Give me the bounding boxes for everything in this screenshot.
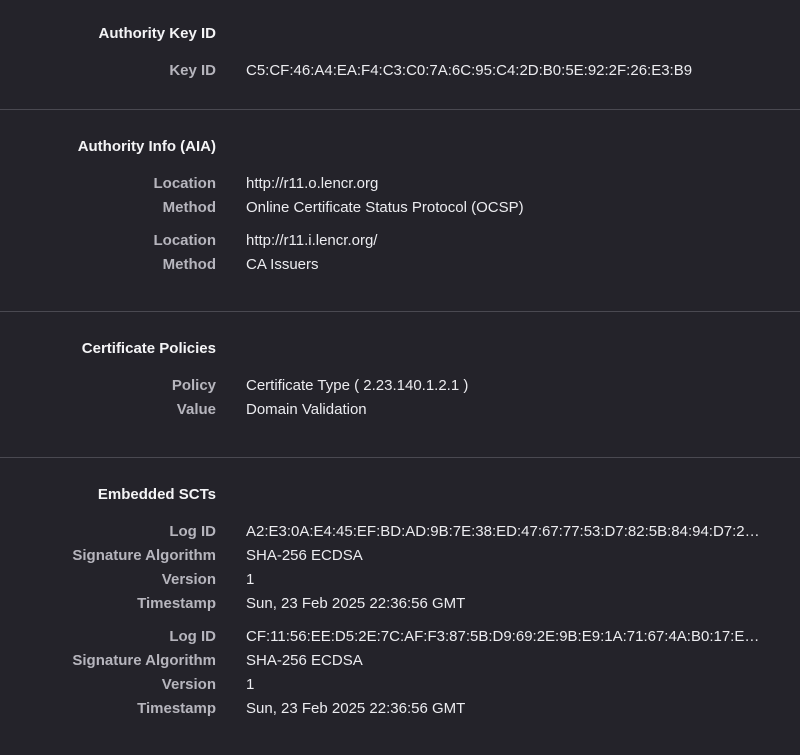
sct-algorithm-row: Signature Algorithm SHA-256 ECDSA [0, 547, 800, 565]
method-value: CA Issuers [246, 256, 319, 273]
sct-log-id-row: Log ID CF:11:56:EE:D5:2E:7C:AF:F3:87:5B:… [0, 628, 800, 646]
key-id-label: Key ID [169, 62, 216, 79]
sct-timestamp-row: Timestamp Sun, 23 Feb 2025 22:36:56 GMT [0, 595, 800, 613]
version-value: 1 [246, 571, 255, 588]
aia-location-row: Location http://r11.i.lencr.org/ [0, 232, 800, 250]
sct-version-row: Version 1 [0, 676, 800, 694]
signature-algorithm-label: Signature Algorithm [72, 547, 216, 564]
aia-location-row: Location http://r11.o.lencr.org [0, 175, 800, 193]
policy-value: Certificate Type ( 2.23.140.1.2.1 ) [246, 377, 469, 394]
sct-timestamp-row: Timestamp Sun, 23 Feb 2025 22:36:56 GMT [0, 700, 800, 718]
policy-label: Policy [171, 377, 216, 394]
version-label: Version [161, 571, 216, 588]
section-title: Authority Info (AIA) [77, 138, 216, 155]
signature-algorithm-value: SHA-256 ECDSA [246, 652, 363, 669]
aia-method-row: Method CA Issuers [0, 256, 800, 274]
location-label: Location [153, 175, 217, 192]
version-label: Version [161, 676, 216, 693]
key-id-row: Key ID C5:CF:46:A4:EA:F4:C3:C0:7A:6C:95:… [0, 62, 800, 80]
method-label: Method [162, 199, 216, 216]
section-title: Embedded SCTs [97, 486, 216, 503]
method-value: Online Certificate Status Protocol (OCSP… [246, 199, 524, 216]
policy-value-row: Value Domain Validation [0, 401, 800, 419]
value-value: Domain Validation [246, 401, 367, 418]
aia-method-row: Method Online Certificate Status Protoco… [0, 199, 800, 217]
signature-algorithm-value: SHA-256 ECDSA [246, 547, 363, 564]
key-id-value: C5:CF:46:A4:EA:F4:C3:C0:7A:6C:95:C4:2D:B… [246, 62, 693, 79]
timestamp-value: Sun, 23 Feb 2025 22:36:56 GMT [246, 700, 466, 717]
value-label: Value [176, 401, 216, 418]
timestamp-label: Timestamp [137, 595, 216, 612]
policy-row: Policy Certificate Type ( 2.23.140.1.2.1… [0, 377, 800, 395]
section-title: Authority Key ID [98, 25, 216, 42]
method-label: Method [162, 256, 216, 273]
location-value: http://r11.i.lencr.org/ [246, 232, 378, 249]
sct-version-row: Version 1 [0, 571, 800, 589]
sct-log-id-row: Log ID A2:E3:0A:E4:45:EF:BD:AD:9B:7E:38:… [0, 523, 800, 541]
location-label: Location [153, 232, 217, 249]
log-id-label: Log ID [169, 523, 216, 540]
section-title: Certificate Policies [81, 340, 216, 357]
log-id-value: A2:E3:0A:E4:45:EF:BD:AD:9B:7E:38:ED:47:6… [246, 523, 768, 540]
version-value: 1 [246, 676, 255, 693]
log-id-value: CF:11:56:EE:D5:2E:7C:AF:F3:87:5B:D9:69:2… [246, 628, 768, 645]
certificate-viewer: Authority Key ID Key ID C5:CF:46:A4:EA:F… [0, 0, 800, 755]
timestamp-value: Sun, 23 Feb 2025 22:36:56 GMT [246, 595, 466, 612]
timestamp-label: Timestamp [137, 700, 216, 717]
sct-algorithm-row: Signature Algorithm SHA-256 ECDSA [0, 652, 800, 670]
section-divider [0, 311, 800, 312]
log-id-label: Log ID [169, 628, 216, 645]
section-divider [0, 109, 800, 110]
section-divider [0, 457, 800, 458]
signature-algorithm-label: Signature Algorithm [72, 652, 216, 669]
location-value: http://r11.o.lencr.org [246, 175, 379, 192]
